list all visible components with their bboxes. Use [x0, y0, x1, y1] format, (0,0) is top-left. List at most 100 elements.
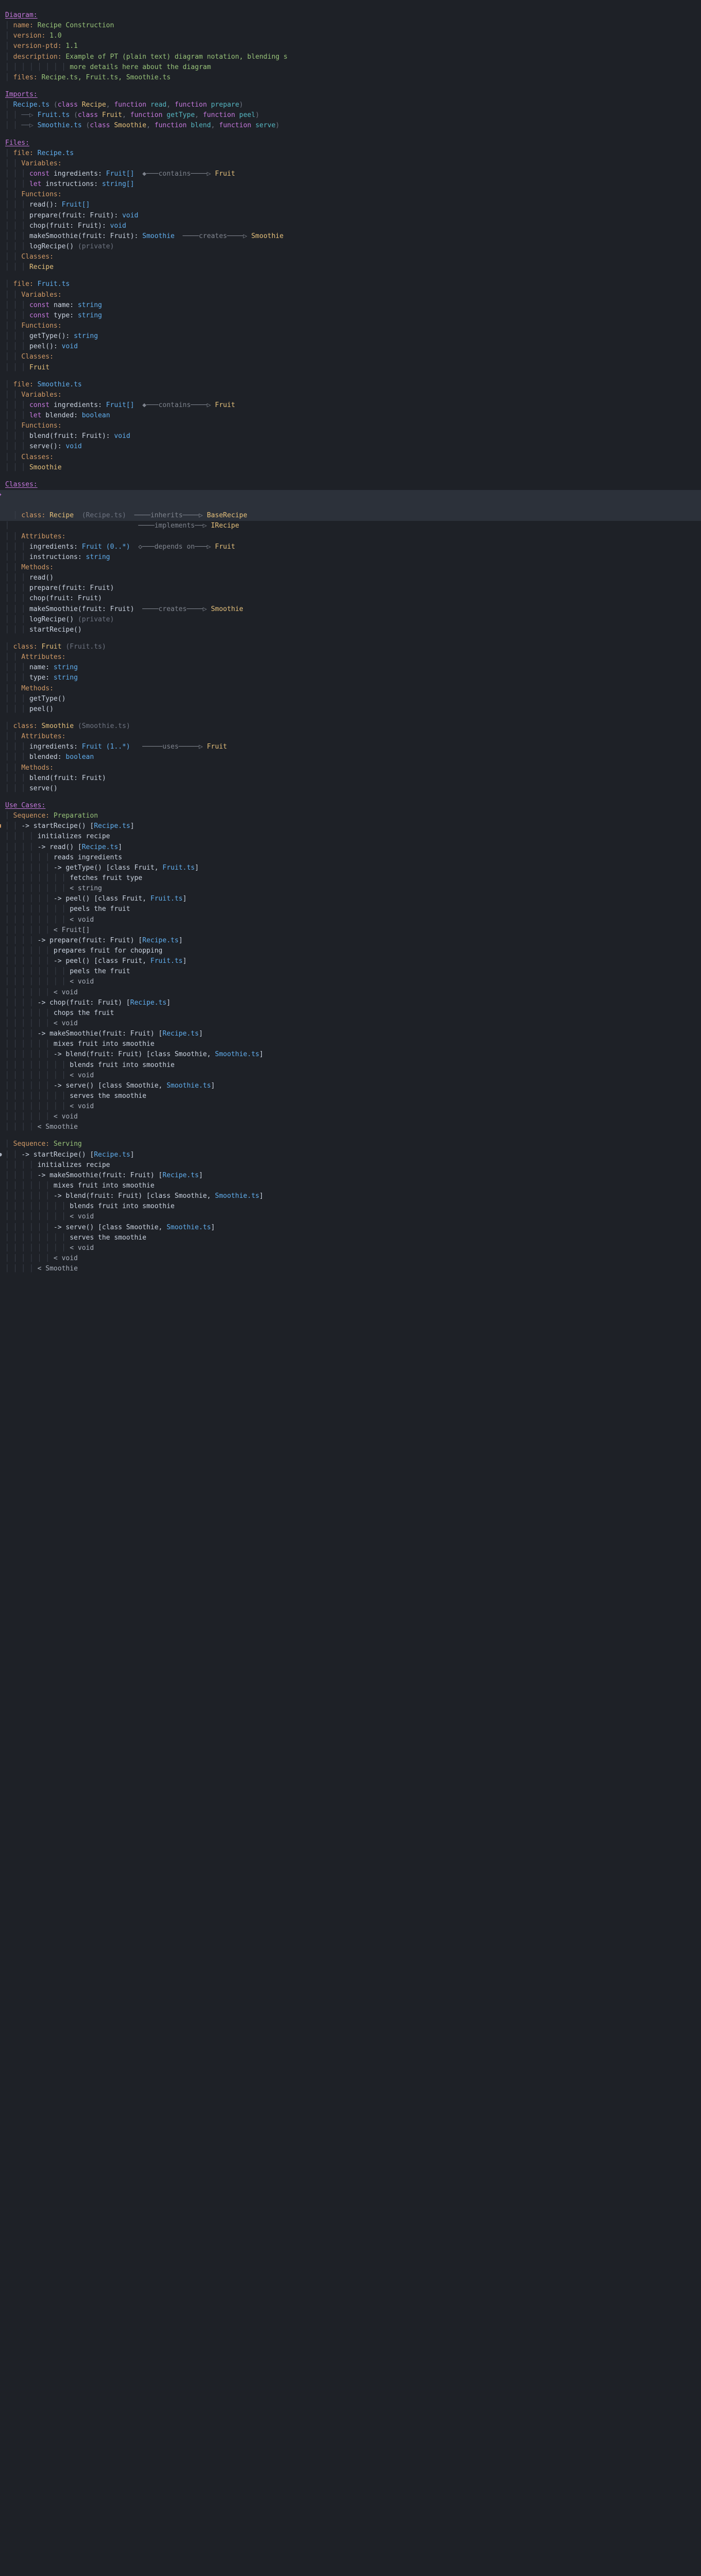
spacer	[0, 473, 701, 480]
class-recipe-attr-instructions: │ │ │ instructions: string	[0, 552, 701, 563]
file-recipe-funcs: │ │ Functions:	[0, 190, 701, 200]
file-smoothie-var-blended: │ │ │ let blended: boolean	[0, 411, 701, 421]
seq1-l06: │ │ │ │ │ │ │ │ fetches fruit type	[0, 873, 701, 884]
seq2-l25: │ │ │ │ │ │ │ │ < void	[0, 1212, 701, 1222]
class-smoothie-header: │ class: Smoothie (Smoothie.ts)	[0, 721, 701, 732]
file-recipe-fn-read: │ │ │ read(): Fruit[]	[0, 200, 701, 210]
spacer	[0, 715, 701, 721]
file-smoothie-fn-blend: │ │ │ blend(fruit: Fruit): void	[0, 431, 701, 442]
section-header-diagram: Diagram:	[0, 10, 701, 21]
spacer	[0, 373, 701, 380]
seq1-l24: │ │ │ │ │ │ │ │ blends fruit into smooth…	[0, 1060, 701, 1071]
seq1-l10: │ │ │ │ │ │ │ │ < void	[0, 915, 701, 925]
seq2-l28: │ │ │ │ │ │ │ │ < void	[0, 1243, 701, 1253]
gutter-circle-icon: ●	[0, 1151, 2, 1157]
file-recipe-class: │ │ │ Recipe	[0, 262, 701, 273]
seq2-l24: │ │ │ │ │ │ │ │ blends fruit into smooth…	[0, 1201, 701, 1212]
file-fruit-fn-peel: │ │ │ peel(): void	[0, 342, 701, 352]
file-fruit-funcs: │ │ Functions:	[0, 321, 701, 331]
seq1-startrecipe: ▮│ │ -> startRecipe() [Recipe.ts]	[0, 821, 701, 832]
seq1-l28: │ │ │ │ │ │ │ │ < void	[0, 1101, 701, 1112]
seq1-l09: │ │ │ │ │ │ │ │ peels the fruit	[0, 904, 701, 914]
spacer	[0, 273, 701, 279]
diagram-version-ptd: │ version-ptd: 1.1	[0, 41, 701, 52]
file-recipe-classes: │ │ Classes:	[0, 252, 701, 262]
section-header-files: Files:	[0, 138, 701, 148]
file-fruit-var-type: │ │ │ const type: string	[0, 311, 701, 321]
seq1-l19: │ │ │ │ │ │ chops the fruit	[0, 1008, 701, 1019]
seq2-title: │ Sequence: Serving	[0, 1139, 701, 1149]
file-recipe-fn-makesmoothie: │ │ │ makeSmoothie(fruit: Fruit): Smooth…	[0, 231, 701, 242]
diagram-name: │ name: Recipe Construction	[0, 21, 701, 31]
seq1-l29: │ │ │ │ │ │ < void	[0, 1112, 701, 1122]
diagram-version: │ version: 1.0	[0, 31, 701, 41]
class-recipe-attrs: │ │ Attributes:	[0, 532, 701, 542]
class-smoothie-attr-ingredients: │ │ │ ingredients: Fruit (1..*) ─────use…	[0, 742, 701, 752]
class-recipe-m-makesmoothie: │ │ │ makeSmoothie(fruit: Fruit) ────cre…	[0, 604, 701, 615]
seq1-blend: │ │ │ │ │ │ -> blend(fruit: Fruit) [clas…	[0, 1049, 701, 1060]
section-header-usecases: Use Cases:	[0, 801, 701, 811]
class-fruit-attr-type: │ │ │ type: string	[0, 673, 701, 683]
class-fruit-m-gettype: │ │ │ getType()	[0, 694, 701, 704]
class-recipe-m-read: │ │ │ read()	[0, 573, 701, 583]
seq1-makesmoothie: │ │ │ │ -> makeSmoothie(fruit: Fruit) [R…	[0, 1029, 701, 1039]
file-fruit-header: │ file: Fruit.ts	[0, 279, 701, 290]
diagram-description-cont: │ │ │ │ │ │ │ │ more details here about …	[0, 62, 701, 73]
file-smoothie-funcs: │ │ Functions:	[0, 421, 701, 431]
seq1-l20: │ │ │ │ │ │ < void	[0, 1019, 701, 1029]
seq1-l16: │ │ │ │ │ │ │ │ < void	[0, 977, 701, 987]
class-recipe-attr-ingredients: │ │ │ ingredients: Fruit (0..*) ◇───depe…	[0, 542, 701, 552]
file-smoothie-var-ingredients: │ │ │ const ingredients: Fruit[] ◆───con…	[0, 400, 701, 411]
file-smoothie-fn-serve: │ │ │ serve(): void	[0, 442, 701, 452]
file-smoothie-classes: │ │ Classes:	[0, 452, 701, 463]
seq1-l25: │ │ │ │ │ │ │ │ < void	[0, 1071, 701, 1081]
file-recipe-header: │ file: Recipe.ts	[0, 148, 701, 159]
class-recipe-header: ✦ │ class: Recipe (Recipe.ts) ────inheri…	[0, 490, 701, 521]
spacer	[0, 635, 701, 642]
class-recipe-m-prepare: │ │ │ prepare(fruit: Fruit)	[0, 583, 701, 594]
seq2-l02: │ │ │ │ initializes recipe	[0, 1160, 701, 1171]
class-fruit-methods: │ │ Methods:	[0, 684, 701, 694]
seq1-l07: │ │ │ │ │ │ │ │ < string	[0, 884, 701, 894]
diagram-description: │ description: Example of PT (plain text…	[0, 52, 701, 62]
seq1-read: │ │ │ │ -> read() [Recipe.ts]	[0, 842, 701, 853]
seq1-peel1: │ │ │ │ │ │ -> peel() [class Fruit, Frui…	[0, 894, 701, 904]
class-recipe-methods: │ │ Methods:	[0, 563, 701, 573]
seq1-l02: │ │ │ │ initializes recipe	[0, 832, 701, 842]
seq1-peel2: │ │ │ │ │ │ -> peel() [class Fruit, Frui…	[0, 956, 701, 967]
seq2-startrecipe: ●│ │ -> startRecipe() [Recipe.ts]	[0, 1150, 701, 1160]
seq2-l30: │ │ │ │ < Smoothie	[0, 1264, 701, 1274]
section-header-imports: Imports:	[0, 90, 701, 100]
class-recipe-m-chop: │ │ │ chop(fruit: Fruit)	[0, 594, 701, 604]
class-smoothie-m-serve: │ │ │ serve()	[0, 784, 701, 794]
spacer	[0, 131, 701, 138]
import-smoothie: │ │ ──▷ Smoothie.ts (class Smoothie, fun…	[0, 121, 701, 131]
class-smoothie-methods: │ │ Methods:	[0, 763, 701, 773]
class-recipe-m-logrecipe: │ │ │ logRecipe() (private)	[0, 615, 701, 625]
class-smoothie-m-blend: │ │ │ blend(fruit: Fruit)	[0, 773, 701, 784]
seq2-blend: │ │ │ │ │ │ -> blend(fruit: Fruit) [clas…	[0, 1191, 701, 1201]
diagram-files: │ files: Recipe.ts, Fruit.ts, Smoothie.t…	[0, 73, 701, 83]
class-recipe-implements: │ ────implements──▷ IRecipe	[0, 521, 701, 531]
seq1-l04: │ │ │ │ │ │ reads ingredients	[0, 853, 701, 863]
file-fruit-fn-gettype: │ │ │ getType(): string	[0, 331, 701, 342]
file-smoothie-vars: │ │ Variables:	[0, 390, 701, 400]
class-recipe-m-startrecipe: │ │ │ startRecipe()	[0, 625, 701, 635]
seq2-makesmoothie: │ │ │ │ -> makeSmoothie(fruit: Fruit) [R…	[0, 1171, 701, 1181]
seq1-l22: │ │ │ │ │ │ mixes fruit into smoothie	[0, 1039, 701, 1049]
seq2-serve: │ │ │ │ │ │ -> serve() [class Smoothie, …	[0, 1223, 701, 1233]
seq1-gettype: │ │ │ │ │ │ -> getType() [class Fruit, F…	[0, 863, 701, 873]
file-fruit-vars: │ │ Variables:	[0, 290, 701, 300]
class-fruit-m-peel: │ │ │ peel()	[0, 704, 701, 715]
seq1-l15: │ │ │ │ │ │ │ │ peels the fruit	[0, 967, 701, 977]
spacer	[0, 794, 701, 801]
gutter-diamond-icon: ✦	[0, 492, 2, 497]
file-recipe-vars: │ │ Variables:	[0, 159, 701, 169]
file-smoothie-header: │ file: Smoothie.ts	[0, 380, 701, 390]
spacer	[0, 1132, 701, 1139]
file-recipe-var-ingredients: │ │ │ const ingredients: Fruit[] ◆───con…	[0, 169, 701, 179]
class-fruit-header: │ class: Fruit (Fruit.ts)	[0, 642, 701, 652]
seq1-title: │ Sequence: Preparation	[0, 811, 701, 821]
seq2-l29: │ │ │ │ │ │ < void	[0, 1253, 701, 1264]
import-fruit: │ │ ──▷ Fruit.ts (class Fruit, function …	[0, 110, 701, 121]
